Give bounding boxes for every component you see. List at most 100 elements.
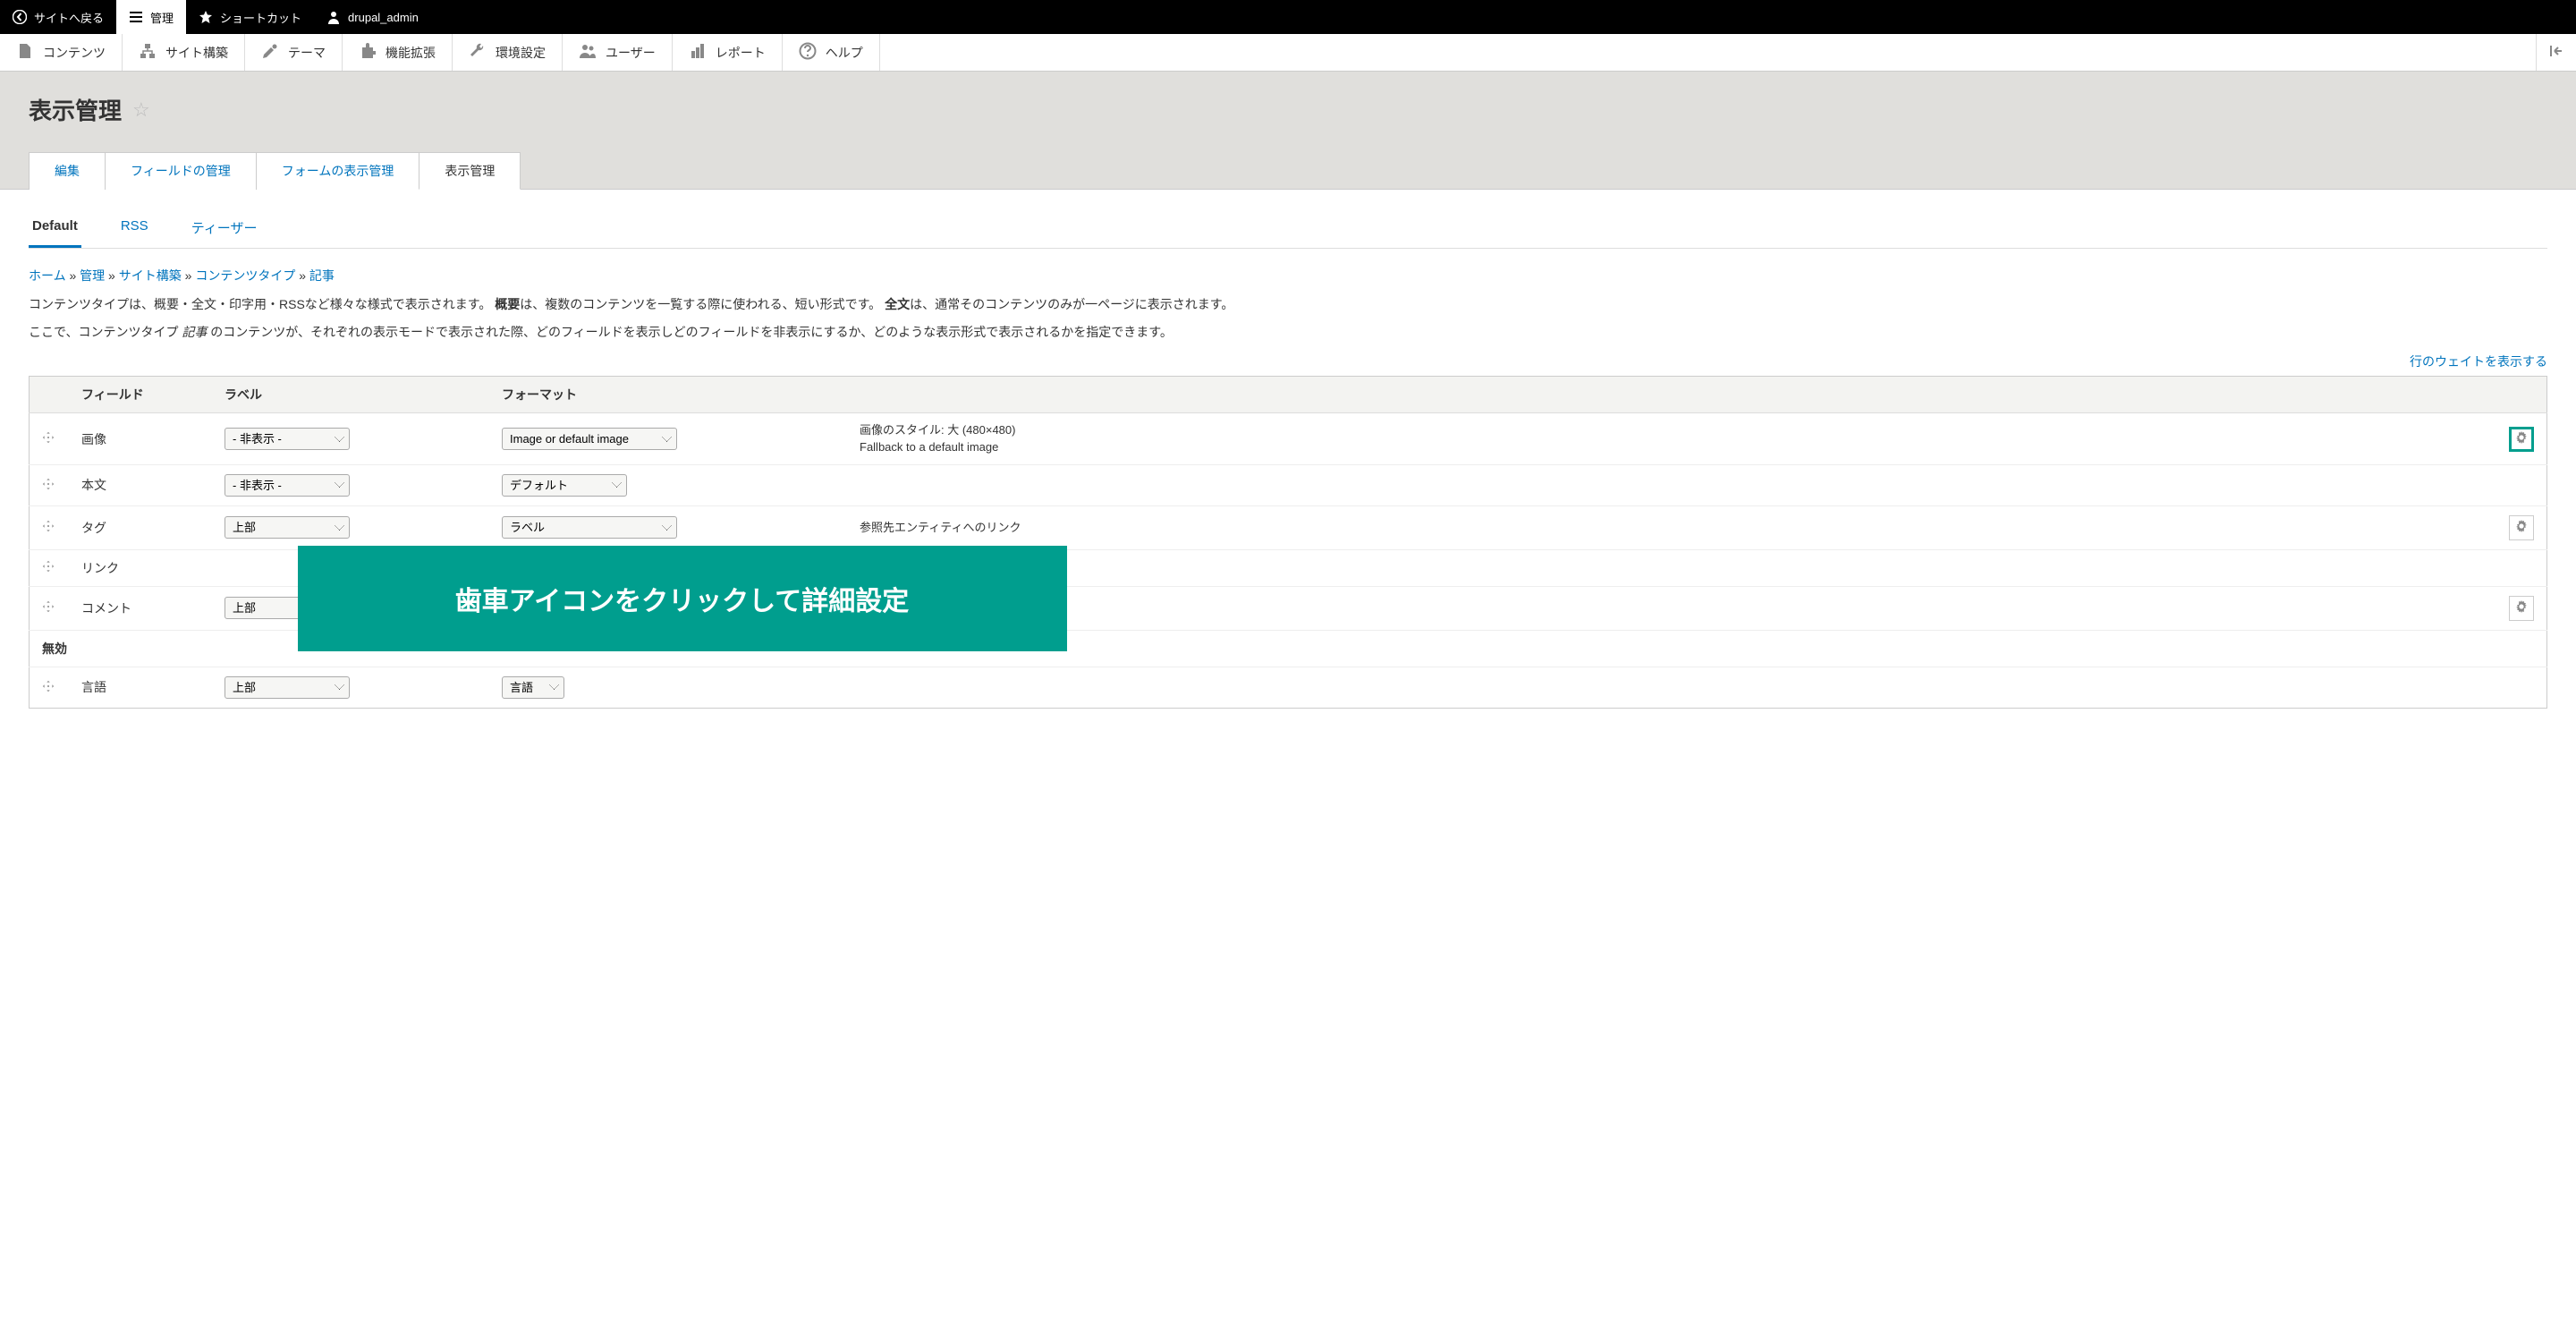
menu-structure-label: サイト構築	[165, 44, 228, 62]
menu-extend[interactable]: 機能拡張	[343, 34, 453, 71]
manage-label: 管理	[150, 9, 174, 26]
top-toolbar: サイトへ戻る 管理 ショートカット drupal_admin	[0, 0, 2576, 34]
show-weights-link[interactable]: 行のウェイトを表示する	[2410, 354, 2547, 369]
crumb-admin[interactable]: 管理	[80, 268, 105, 283]
gear-icon	[2515, 520, 2528, 535]
label-select[interactable]: 上部	[225, 676, 350, 699]
settings-gear-button[interactable]	[2509, 427, 2534, 452]
breadcrumb: ホーム » 管理 » サイト構築 » コンテンツタイプ » 記事	[29, 267, 2547, 285]
annotation-overlay: 歯車アイコンをクリックして詳細設定	[298, 546, 1067, 651]
drag-handle-icon[interactable]	[42, 560, 56, 575]
page-title: 表示管理	[29, 93, 122, 126]
label-select[interactable]: - 非表示 -	[225, 428, 350, 450]
menu-content-label: コンテンツ	[43, 44, 106, 62]
settings-gear-button[interactable]	[2509, 515, 2534, 540]
crumb-home[interactable]: ホーム	[29, 268, 66, 283]
brush-icon	[261, 42, 279, 63]
question-icon	[799, 42, 817, 63]
format-select[interactable]: ラベル	[502, 516, 677, 539]
manage-button[interactable]: 管理	[116, 0, 186, 34]
format-summary: 参照先エンティティへのリンク	[860, 520, 2484, 536]
menu-structure[interactable]: サイト構築	[123, 34, 245, 71]
help-text-2: ここで、コンテンツタイプ 記事 のコンテンツが、それぞれの表示モードで表示された…	[29, 321, 2547, 344]
menu-configuration[interactable]: 環境設定	[453, 34, 563, 71]
drag-handle-icon[interactable]	[42, 431, 56, 446]
chevron-left-icon	[13, 10, 27, 24]
collapse-button[interactable]	[2536, 34, 2576, 71]
drag-handle-icon[interactable]	[42, 520, 56, 535]
drag-handle-icon[interactable]	[42, 680, 56, 695]
menu-reports-label: レポート	[716, 44, 766, 62]
field-name: 言語	[69, 667, 212, 708]
format-summary: 画像のスタイル: 大 (480×480)Fallback to a defaul…	[860, 422, 2484, 454]
shortcuts-button[interactable]: ショートカット	[186, 0, 314, 34]
subtab-rss[interactable]: RSS	[117, 211, 152, 248]
menu-help[interactable]: ヘルプ	[783, 34, 880, 71]
user-icon	[326, 10, 341, 24]
crumb-structure[interactable]: サイト構築	[119, 268, 182, 283]
back-to-site-button[interactable]: サイトへ戻る	[0, 0, 116, 34]
page-header: 表示管理 ☆ 編集 フィールドの管理 フォームの表示管理 表示管理	[0, 72, 2576, 190]
th-field: フィールド	[69, 377, 212, 413]
gear-icon	[2515, 600, 2528, 616]
field-name: リンク	[69, 549, 212, 586]
tab-form-display[interactable]: フォームの表示管理	[256, 152, 420, 190]
label-select[interactable]: - 非表示 -	[225, 474, 350, 497]
tab-display[interactable]: 表示管理	[419, 152, 521, 190]
favorite-star-icon[interactable]: ☆	[132, 98, 150, 122]
help-text-1: コンテンツタイプは、概要・全文・印字用・RSSなど様々な様式で表示されます。 概…	[29, 293, 2547, 316]
field-name: コメント	[69, 586, 212, 630]
table-row: タグ上部 ラベル 参照先エンティティへのリンク	[30, 505, 2547, 549]
file-icon	[16, 42, 34, 63]
crumb-article[interactable]: 記事	[309, 268, 335, 283]
user-button[interactable]: drupal_admin	[314, 0, 431, 34]
field-name: 本文	[69, 464, 212, 505]
menu-content[interactable]: コンテンツ	[0, 34, 123, 71]
wrench-icon	[469, 42, 487, 63]
menu-help-label: ヘルプ	[826, 44, 863, 62]
menu-people[interactable]: ユーザー	[563, 34, 673, 71]
th-label: ラベル	[212, 377, 489, 413]
collapse-icon	[2549, 44, 2563, 61]
tab-edit[interactable]: 編集	[29, 152, 106, 190]
chart-icon	[689, 42, 707, 63]
subtab-default[interactable]: Default	[29, 211, 81, 248]
back-to-site-label: サイトへ戻る	[34, 9, 104, 26]
drag-handle-icon[interactable]	[42, 600, 56, 616]
menu-appearance-label: テーマ	[288, 44, 326, 62]
star-icon	[199, 10, 213, 24]
annotation-text: 歯車アイコンをクリックして詳細設定	[455, 579, 910, 618]
gear-icon	[2515, 431, 2528, 446]
settings-gear-button[interactable]	[2509, 596, 2534, 621]
drag-handle-icon[interactable]	[42, 478, 56, 493]
primary-tabs: 編集 フィールドの管理 フォームの表示管理 表示管理	[29, 151, 2547, 189]
menu-reports[interactable]: レポート	[673, 34, 783, 71]
people-icon	[579, 42, 597, 63]
th-format: フォーマット	[489, 377, 847, 413]
secondary-tabs: Default RSS ティーザー	[29, 211, 2547, 249]
shortcuts-label: ショートカット	[220, 9, 301, 26]
label-select[interactable]: 上部	[225, 516, 350, 539]
user-label: drupal_admin	[348, 11, 419, 24]
admin-menu: コンテンツ サイト構築 テーマ 機能拡張 環境設定 ユーザー レポート ヘルプ	[0, 34, 2576, 72]
subtab-teaser[interactable]: ティーザー	[188, 211, 261, 248]
format-select[interactable]: 言語	[502, 676, 564, 699]
menu-people-label: ユーザー	[606, 44, 656, 62]
table-row: 言語上部言語	[30, 667, 2547, 708]
tab-fields[interactable]: フィールドの管理	[105, 152, 257, 190]
menu-extend-label: 機能拡張	[386, 44, 436, 62]
hamburger-icon	[129, 10, 143, 24]
weights-toggle: 行のウェイトを表示する	[29, 352, 2547, 370]
menu-appearance[interactable]: テーマ	[245, 34, 343, 71]
crumb-content-types[interactable]: コンテンツタイプ	[195, 268, 295, 283]
structure-icon	[139, 42, 157, 63]
field-name: タグ	[69, 505, 212, 549]
format-select[interactable]: デフォルト	[502, 474, 627, 497]
table-row: 本文 - 非表示 - デフォルト	[30, 464, 2547, 505]
menu-configuration-label: 環境設定	[496, 44, 546, 62]
table-row: 画像 - 非表示 - Image or default image 画像のスタイル: …	[30, 413, 2547, 464]
puzzle-icon	[359, 42, 377, 63]
format-select[interactable]: Image or default image	[502, 428, 677, 450]
field-name: 画像	[69, 413, 212, 464]
fields-table: フィールド ラベル フォーマット 画像 - 非表示 - Image or defau…	[29, 376, 2547, 708]
